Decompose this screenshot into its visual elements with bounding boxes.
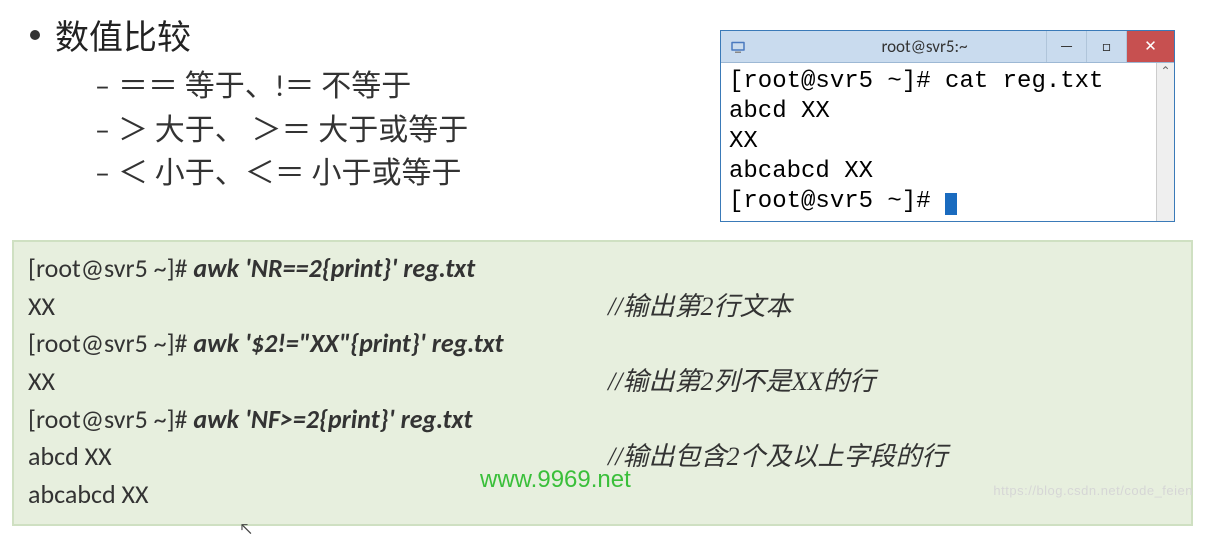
list-item: –＝＝ 等于、!＝ 不等于 [95, 65, 680, 109]
shell-output: XX [28, 288, 608, 326]
terminal-line: [root@svr5 ~]# cat reg.txt [729, 67, 1166, 97]
code-comment: //输出第2行文本 [608, 288, 1177, 326]
code-comment: //输出第2列不是XX的行 [608, 363, 1177, 401]
code-row: XX //输出第2行文本 [28, 288, 1177, 326]
shell-prompt: [root@svr5 ~]# [28, 403, 193, 435]
bullet-icon [30, 30, 40, 40]
code-row: XX //输出第2列不是XX的行 [28, 363, 1177, 401]
scrollbar[interactable]: ⌃ [1156, 63, 1174, 221]
list-item: –＜ 小于、＜＝ 小于或等于 [95, 152, 680, 196]
shell-output: XX [28, 363, 608, 401]
terminal-line: abcd XX [729, 97, 1166, 127]
close-button[interactable]: ✕ [1126, 31, 1174, 62]
minimize-button[interactable]: — [1046, 31, 1086, 62]
watermark-source: https://blog.csdn.net/code_feien [993, 483, 1193, 498]
list-item: –＞ 大于、 ＞＝ 大于或等于 [95, 109, 680, 153]
terminal-line: abcabcd XX [729, 157, 1166, 187]
sub-list: –＝＝ 等于、!＝ 不等于 –＞ 大于、 ＞＝ 大于或等于 –＜ 小于、＜＝ 小… [30, 65, 680, 196]
watermark-url: www.9969.net [480, 466, 631, 494]
shell-command: awk '$2!="XX"{print}' reg.txt [193, 327, 503, 359]
code-row: [root@svr5 ~]# awk 'NF>=2{print}' reg.tx… [28, 401, 1177, 439]
terminal-window: root@svr5:~ — □ ✕ [root@svr5 ~]# cat reg… [720, 30, 1175, 222]
putty-icon [729, 38, 747, 56]
cursor-icon [945, 193, 957, 215]
code-row: [root@svr5 ~]# awk 'NR==2{print}' reg.tx… [28, 250, 1177, 288]
heading-text: 数值比较 [55, 10, 191, 59]
code-row: [root@svr5 ~]# awk '$2!="XX"{print}' reg… [28, 325, 1177, 363]
shell-command: awk 'NF>=2{print}' reg.txt [193, 403, 472, 435]
terminal-body[interactable]: [root@svr5 ~]# cat reg.txt abcd XX XX ab… [721, 63, 1174, 221]
code-comment: //输出包含2个及以上字段的行 [608, 438, 1177, 476]
terminal-line: XX [729, 127, 1166, 157]
mouse-cursor-icon: ↖ [239, 520, 253, 539]
shell-prompt: [root@svr5 ~]# [28, 327, 193, 359]
section-heading: 数值比较 [30, 10, 680, 59]
shell-prompt: [root@svr5 ~]# [28, 252, 193, 284]
maximize-button[interactable]: □ [1086, 31, 1126, 62]
terminal-line: [root@svr5 ~]# [729, 187, 1166, 217]
shell-command: awk 'NR==2{print}' reg.txt [193, 252, 475, 284]
scroll-up-icon[interactable]: ⌃ [1160, 65, 1170, 80]
terminal-titlebar[interactable]: root@svr5:~ — □ ✕ [721, 31, 1174, 63]
